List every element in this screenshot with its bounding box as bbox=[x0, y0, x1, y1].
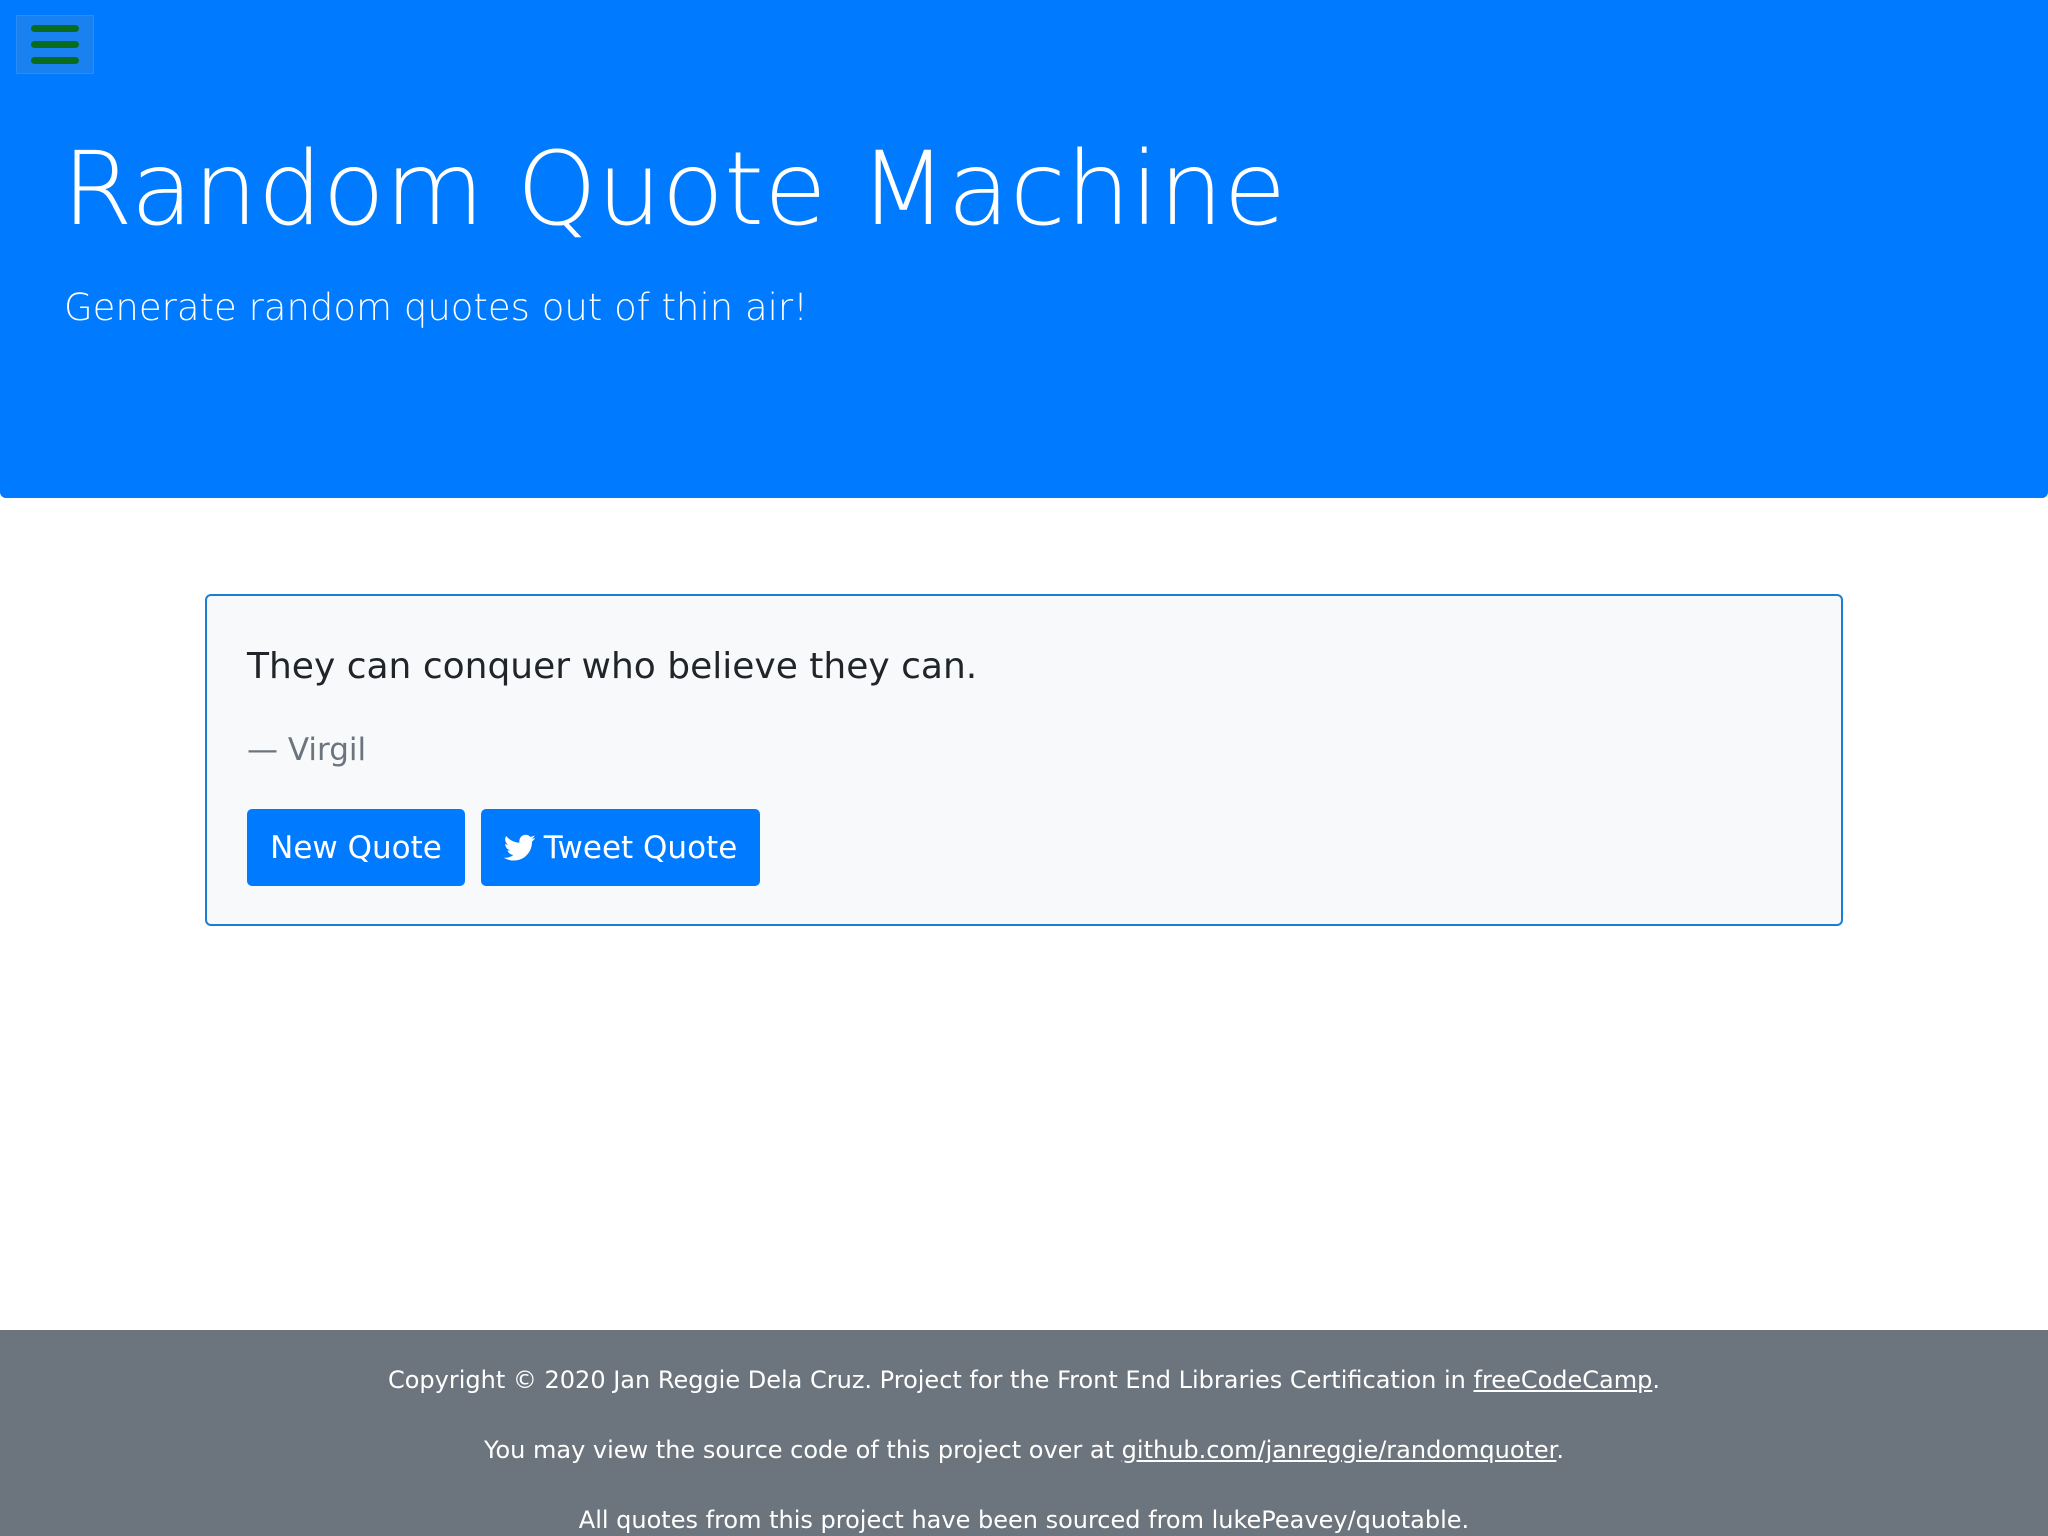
new-quote-button[interactable]: New Quote bbox=[247, 809, 465, 886]
menu-bar bbox=[31, 57, 79, 64]
twitter-icon bbox=[503, 834, 536, 861]
tweet-quote-button[interactable]: Tweet Quote bbox=[481, 809, 760, 886]
footer-source: You may view the source code of this pro… bbox=[0, 1436, 2048, 1464]
footer-attribution: All quotes from this project have been s… bbox=[578, 1506, 1470, 1534]
page-title: Random Quote Machine bbox=[62, 130, 1287, 249]
footer: Copyright © 2020 Jan Reggie Dela Cruz. P… bbox=[0, 1330, 2048, 1536]
github-repo-link[interactable]: github.com/janreggie/randomquoter bbox=[1122, 1436, 1557, 1464]
header-jumbotron: Random Quote Machine Generate random quo… bbox=[0, 0, 2048, 498]
quote-card: They can conquer who believe they can. —… bbox=[205, 594, 1843, 926]
page: Random Quote Machine Generate random quo… bbox=[0, 0, 2048, 1536]
footer-period: . bbox=[1652, 1366, 1660, 1394]
freecodecamp-link[interactable]: freeCodeCamp bbox=[1474, 1366, 1653, 1394]
menu-bar bbox=[31, 41, 79, 48]
tweet-quote-label: Tweet Quote bbox=[543, 829, 738, 866]
hamburger-menu-icon[interactable] bbox=[16, 15, 94, 74]
footer-source-text: You may view the source code of this pro… bbox=[484, 1436, 1122, 1464]
quote-author: — Virgil bbox=[247, 732, 367, 768]
page-subtitle: Generate random quotes out of thin air! bbox=[64, 286, 808, 329]
new-quote-label: New Quote bbox=[270, 829, 442, 866]
footer-copyright: Copyright © 2020 Jan Reggie Dela Cruz. P… bbox=[0, 1366, 2048, 1394]
footer-copyright-text: Copyright © 2020 Jan Reggie Dela Cruz. P… bbox=[387, 1366, 1474, 1394]
quote-text: They can conquer who believe they can. bbox=[247, 646, 978, 687]
menu-bar bbox=[31, 25, 79, 32]
footer-period: . bbox=[1556, 1436, 1564, 1464]
